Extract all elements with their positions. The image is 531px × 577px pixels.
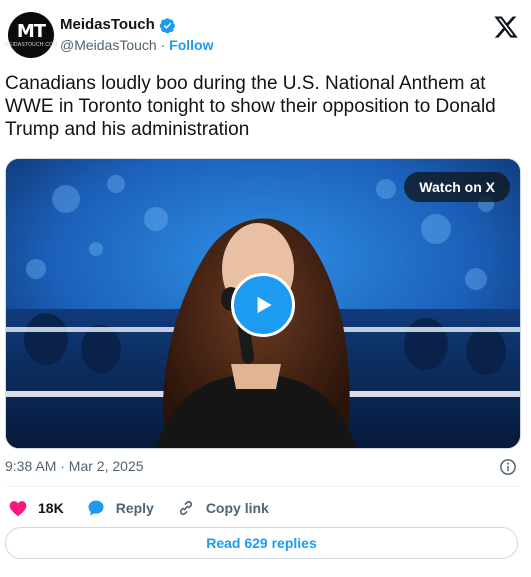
play-icon [257,296,272,314]
avatar[interactable]: MT MEIDASTOUCH.COM [5,12,57,58]
author-handle[interactable]: @MeidasTouch [60,37,157,53]
reply-bubble-icon [88,500,104,516]
x-logo-icon[interactable] [493,14,519,40]
read-replies-button[interactable]: Read 629 replies [5,527,518,559]
video-player[interactable]: Watch on X [5,158,521,449]
tweet-text: Canadians loudly boo during the U.S. Nat… [5,73,496,140]
copy-link-button[interactable]: Copy link [176,498,269,518]
heart-icon [9,501,27,516]
display-name-row: MeidasTouch [60,16,213,34]
link-icon [179,500,192,516]
action-bar: 18K Reply Copy link [8,496,291,520]
like-count: 18K [38,500,64,516]
handle-separator: · [160,37,166,53]
like-button[interactable]: 18K [8,498,64,518]
tweet-timestamp[interactable]: 9:38 AM · Mar 2, 2025 [5,458,144,474]
copy-link-label: Copy link [205,500,269,516]
handle-row: @MeidasTouch · Follow [60,37,213,54]
reply-button[interactable]: Reply [86,498,154,518]
avatar-monogram: MT [16,20,46,42]
avatar-subtext: MEIDASTOUCH.COM [4,41,58,48]
reply-label: Reply [115,500,154,516]
verified-badge-icon [159,17,175,33]
watch-on-x-button[interactable]: Watch on X [404,172,510,202]
author-names: MeidasTouch @MeidasTouch · Follow [60,16,213,54]
play-button[interactable] [231,273,295,337]
follow-link[interactable]: Follow [169,37,213,53]
tweet-header: MT MEIDASTOUCH.COM MeidasTouch @MeidasTo… [5,8,523,58]
info-icon[interactable] [499,458,517,476]
divider [5,486,520,487]
author-display-name[interactable]: MeidasTouch [60,16,155,34]
